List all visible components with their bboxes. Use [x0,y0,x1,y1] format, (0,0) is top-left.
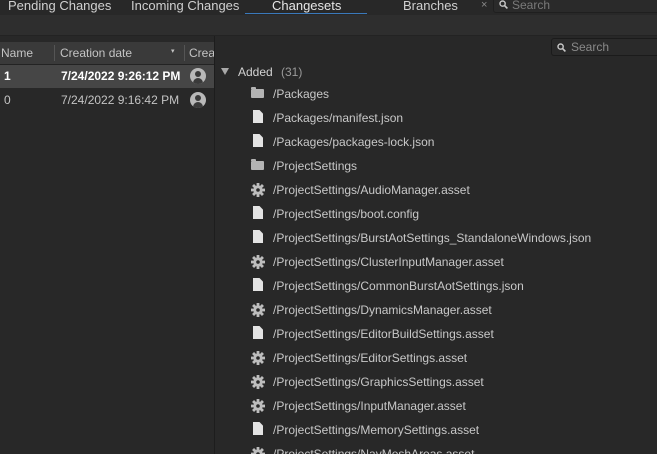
column-divider[interactable] [184,45,185,61]
changed-item-row[interactable]: /ProjectSettings [215,154,657,178]
item-path: /ProjectSettings/AudioManager.asset [273,183,470,197]
file-icon [250,110,266,126]
gear-icon [250,302,266,318]
top-search-placeholder: Search [512,0,551,12]
item-path: /ProjectSettings/MemorySettings.asset [273,423,480,437]
changed-item-row[interactable]: /Packages/manifest.json [215,106,657,130]
changed-item-row[interactable]: /ProjectSettings/MemorySettings.asset [215,418,657,442]
item-path: /ProjectSettings [273,159,358,173]
file-icon [250,422,266,438]
folder-icon [250,86,266,102]
avatar-icon [190,68,206,84]
item-path: /Packages/packages-lock.json [273,135,435,149]
group-count: (31) [281,65,303,79]
column-header-created-by[interactable]: Crea [189,42,214,64]
changed-item-row[interactable]: /ProjectSettings/AudioManager.asset [215,178,657,202]
tab-branches[interactable]: Branches [403,0,458,14]
column-divider[interactable] [54,45,55,61]
file-icon [250,278,266,294]
added-group-header[interactable]: Added (31) [215,62,515,82]
file-icon [250,134,266,150]
changed-item-row[interactable]: /ProjectSettings/BurstAotSettings_Standa… [215,226,657,250]
changed-item-row[interactable]: /Packages [215,82,657,106]
changeset-name: 1 [4,69,11,83]
item-path: /Packages/manifest.json [273,111,404,125]
tab-bar: Pending Changes Incoming Changes Changes… [0,0,657,14]
gear-icon [250,350,266,366]
tab-changesets[interactable]: Changesets [272,0,341,14]
item-path: /ProjectSettings/BurstAotSettings_Standa… [273,231,592,245]
changed-item-row[interactable]: /ProjectSettings/ClusterInputManager.ass… [215,250,657,274]
changeset-row[interactable]: 1 7/24/2022 9:26:12 PM [0,65,214,88]
expand-caret-icon[interactable] [221,68,229,75]
changeset-name: 0 [4,93,11,107]
tab-pending-changes[interactable]: Pending Changes [8,0,111,14]
changed-item-row[interactable]: /Packages/packages-lock.json [215,130,657,154]
item-path: /ProjectSettings/EditorSettings.asset [273,351,468,365]
item-path: /ProjectSettings/EditorBuildSettings.ass… [273,327,494,341]
gear-icon [250,254,266,270]
changed-item-row[interactable]: /ProjectSettings/InputManager.asset [215,394,657,418]
gear-icon [250,446,266,454]
file-icon [250,206,266,222]
changed-item-row[interactable]: /ProjectSettings/CommonBurstAotSettings.… [215,274,657,298]
details-search-placeholder: Search [571,40,610,54]
changeset-row[interactable]: 0 7/24/2022 9:16:42 PM [0,89,214,112]
toolbar [0,15,657,36]
gear-icon [250,398,266,414]
changes-detail-pane: Search Added (31) /Packages/Packages/man… [215,36,657,454]
item-path: /ProjectSettings/NavMeshAreas.asset [273,447,475,454]
item-path: /Packages [273,87,330,101]
changesets-list-pane: Name Creation date ▾ Crea 1 7/24/2022 9:… [0,36,215,454]
changeset-date: 7/24/2022 9:26:12 PM [61,69,181,83]
group-label: Added [238,65,273,79]
avatar-icon [190,92,206,108]
details-search-field[interactable]: Search [551,38,657,56]
item-path: /ProjectSettings/DynamicsManager.asset [273,303,492,317]
item-path: /ProjectSettings/InputManager.asset [273,399,466,413]
column-header-creation-date[interactable]: Creation date [60,42,132,64]
file-icon [250,230,266,246]
changed-item-row[interactable]: /ProjectSettings/GraphicsSettings.asset [215,370,657,394]
sort-descending-icon: ▾ [171,48,175,55]
search-icon [499,0,508,9]
gear-icon [250,374,266,390]
column-header-name[interactable]: Name [1,42,33,64]
changesets-table-header: Name Creation date ▾ Crea [0,42,214,65]
changed-item-row[interactable]: /ProjectSettings/DynamicsManager.asset [215,298,657,322]
changed-item-row[interactable]: /ProjectSettings/NavMeshAreas.asset [215,442,657,454]
changed-item-row[interactable]: /ProjectSettings/EditorSettings.asset [215,346,657,370]
gear-icon [250,182,266,198]
changed-item-row[interactable]: /ProjectSettings/EditorBuildSettings.ass… [215,322,657,346]
changeset-date: 7/24/2022 9:16:42 PM [61,93,180,107]
top-search-field[interactable]: Search [493,0,657,13]
close-icon[interactable]: × [481,0,487,11]
file-icon [250,326,266,342]
active-tab-indicator [245,13,367,14]
item-path: /ProjectSettings/ClusterInputManager.ass… [273,255,504,269]
changed-item-row[interactable]: /ProjectSettings/boot.config [215,202,657,226]
item-path: /ProjectSettings/boot.config [273,207,420,221]
search-icon [557,43,566,52]
tab-incoming-changes[interactable]: Incoming Changes [131,0,239,14]
item-path: /ProjectSettings/GraphicsSettings.asset [273,375,484,389]
folder-icon [250,158,266,174]
item-path: /ProjectSettings/CommonBurstAotSettings.… [273,279,524,293]
